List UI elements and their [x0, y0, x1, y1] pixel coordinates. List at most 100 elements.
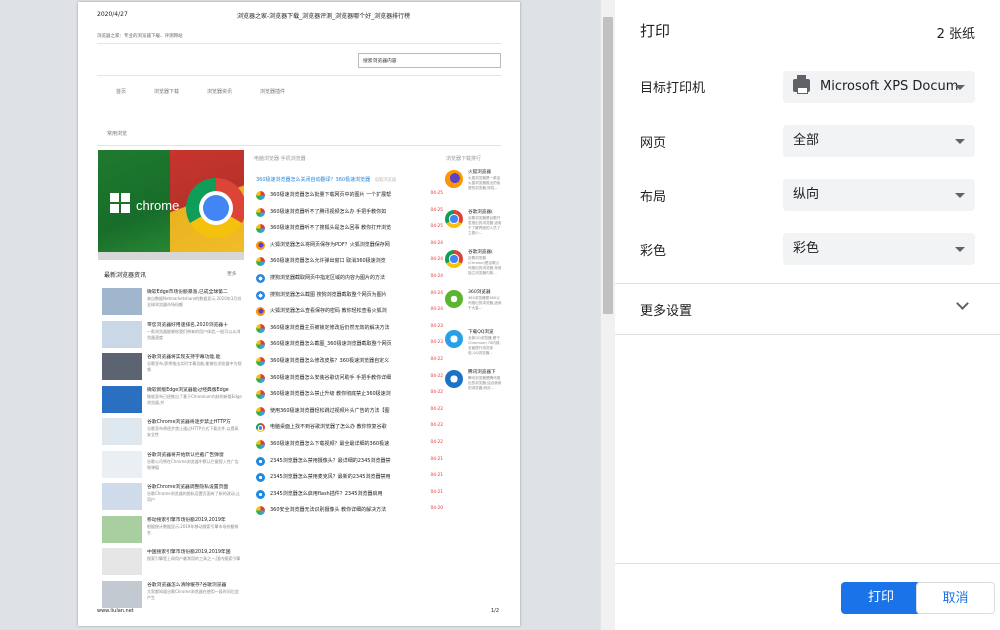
destination-label: 目标打印机 — [640, 81, 706, 96]
pages-select[interactable]: 全部 — [783, 125, 975, 157]
browser-logo-icon — [445, 290, 463, 308]
latest-news-more: 更多 — [227, 272, 237, 277]
pages-value: 全部 — [793, 133, 820, 148]
page-header-title: 浏览器之家-浏览器下载_浏览器评测_浏览器哪个好_浏览器排行榜 — [237, 13, 411, 20]
preview-scrollbar[interactable] — [600, 0, 615, 630]
article-date: 04-24 — [430, 273, 444, 279]
news-item: 微软新版Edge浏览器能过经典版Edge 微软宣布已经推出了基于Chromium内… — [102, 384, 242, 417]
news-thumbnail — [102, 548, 142, 575]
article-item: 搜狗浏览器截取网页中指定区域的内容为图片的方法 04-24 — [256, 271, 443, 288]
featured-tag: 电脑浏览器 — [374, 178, 397, 183]
color-select[interactable]: 彩色 — [783, 233, 975, 265]
windows-logo-icon — [110, 193, 130, 213]
ranking-name: 谷歌浏览器( — [468, 250, 493, 255]
site-note: 浏览器之家：专业的浏览器下载、评测网站 — [97, 34, 183, 39]
article-date: 04-25 — [430, 207, 444, 213]
browser-logo-icon — [445, 250, 463, 268]
nav-item: 浏览器插件 — [260, 89, 286, 95]
ranking-desc: 火狐浏览器是一款由火狐浏览器推出的免费的浏览器,特性… — [468, 176, 501, 190]
browser-logo-icon — [256, 340, 265, 350]
article-title: 360极速浏览器怎么允许弹出窗口 取消360极速浏览 — [270, 258, 386, 265]
news-desc: 谷歌宣布,即将推出实时字幕功能,能够在浏览器中为视频 — [147, 361, 242, 372]
layout-select[interactable]: 纵向 — [783, 179, 975, 211]
featured-text: 360极速浏览器怎么关闭自动翻译？360极速浏览器 — [256, 177, 371, 183]
news-thumbnail — [102, 450, 142, 478]
article-item: 360极速浏览器听不了腾讯视频怎么办 手把手教你如 04-25 — [256, 205, 443, 222]
sheet-count: 2 张纸 — [936, 27, 975, 42]
news-item: 谷歌Chrome浏览器调整隐私设置页面 谷歌Chrome浏览器的隐私设置页面有了新… — [102, 481, 242, 514]
browser-logo-icon — [256, 207, 265, 217]
ranking-name: 火狐浏览器 — [468, 170, 491, 175]
destination-select[interactable]: Microsoft XPS Docum — [783, 71, 975, 103]
ranking-desc: 谷歌浏览器是谷歌开发推出的浏览器,适用于了解界面的人员了之更小… — [468, 216, 502, 235]
page-footer-url: www.liulan.net — [97, 608, 134, 614]
article-date: 04-22 — [430, 439, 444, 445]
news-desc: 根据统计数据显示,2019年移动搜索引擎市场份额排名 — [147, 523, 239, 535]
more-settings-label: 更多设置 — [640, 304, 693, 319]
scrollbar-thumb[interactable] — [603, 17, 613, 314]
dropdown-arrow-icon — [955, 193, 965, 198]
ranking-desc: 腾讯浏览器是腾讯推出的浏览器,结合使用的浏览器,网页… — [468, 376, 502, 390]
article-title: 2345浏览器怎么禁用麦克风？最新的2345浏览器禁用 — [270, 474, 391, 481]
dropdown-arrow-icon — [955, 85, 965, 90]
article-item: 使用360极速浏览器轻松跳过视频片头广告的方法【图 04-22 — [256, 404, 443, 421]
article-date: 04-23 — [430, 323, 444, 329]
article-item: 360极速浏览器怎么修改皮肤？360极速浏览器自定义 04-22 — [256, 354, 443, 371]
browser-logo-icon — [256, 373, 265, 383]
browser-logo-icon — [256, 191, 265, 200]
news-item: 带您浏览器好用速排名,2020浏览器十 一款浏览器能够给我们带来的用户体验,一般可… — [102, 319, 242, 352]
news-title: 谷歌浏览器将实现支持字幕功能,能 — [147, 355, 221, 360]
news-title: 谷歌Chrome浏览器调整隐私设置页面 — [147, 485, 229, 490]
browser-logo-icon — [256, 290, 265, 300]
more-settings-toggle[interactable]: 更多设置 — [615, 284, 1000, 334]
article-date: 04-24 — [430, 257, 444, 263]
article-item: 360极速浏览器怎么截图_360极速浏览器截取整个网页 04-23 — [256, 337, 443, 354]
ranking-item: 下载QQ浏览 全新QQ浏览器,基于Chromium 78内核,全面提升浏览体验,Q… — [444, 325, 502, 365]
news-title: 谷歌浏览器将开始默认拦截广告弹窗 — [147, 452, 224, 458]
browser-logo-icon — [445, 170, 463, 188]
divider — [615, 563, 1000, 564]
article-item: 360极速浏览器怎么允许弹出窗口 取消360极速浏览 04-24 — [256, 254, 443, 271]
browser-logo-icon — [445, 330, 463, 348]
browser-logo-icon — [256, 224, 265, 234]
browser-logo-icon — [256, 489, 265, 499]
preview-page: 2020/4/27 浏览器之家-浏览器下载_浏览器评测_浏览器哪个好_浏览器排行… — [78, 2, 520, 626]
site-nav: 首页 浏览器下载 浏览器资讯 浏览器插件 — [116, 88, 285, 95]
article-item: 电脑桌面上找不到谷歌浏览器了怎么办 教你恢复谷歌 04-22 — [256, 420, 443, 437]
news-thumbnail — [102, 385, 142, 413]
article-date: 04-21 — [430, 489, 444, 495]
banner-word: chrome — [136, 198, 180, 213]
browser-logo-icon — [256, 506, 265, 516]
latest-news-list: 微软Edge市场份额暴涨,已成全球第二 来自数据Netmarketshare的数据… — [102, 286, 242, 611]
ranking-desc: 谷歌浏览器(Chrome)是谷歌公司推出的浏览器,采用独立浏览器内核… — [468, 256, 502, 275]
print-settings-panel: 打印 2 张纸 目标打印机 Microsoft XPS Docum 网页 全部 … — [615, 0, 1000, 630]
article-title: 360安全浏览器无法识别摄像头 教你详细的解决方法 — [270, 507, 387, 514]
article-item: 360极速浏览器主页被锁定修改后仍然无效的解决方法 04-23 — [256, 321, 443, 338]
print-button[interactable]: 打印 — [841, 582, 921, 614]
site-search-box: 搜索浏览器内容 — [358, 53, 501, 68]
browser-logo-icon — [256, 423, 265, 433]
browser-logo-icon — [256, 390, 265, 400]
browser-logo-icon — [445, 370, 463, 388]
browser-logo-icon — [445, 210, 463, 228]
article-item: 火狐浏览器怎么将网页保存为PDF？火狐浏览器保存网 04-24 — [256, 238, 443, 255]
news-desc: 谷歌宣布将逐步禁止通过HTTP方式下载文件,以提高安全性 — [147, 426, 239, 437]
news-item: 谷歌浏览器怎么清除缓存?谷歌浏览器 大家都知道谷歌Chrome浏览器在使用一段时间… — [102, 579, 242, 612]
color-label: 彩色 — [640, 244, 667, 259]
article-title: 搜狗浏览器截取网页中指定区域的内容为图片的方法 — [270, 274, 386, 281]
ranking-name: 360浏览器 — [468, 290, 491, 295]
ranking-item: 360浏览器 360浏览器是360公司推出的浏览器,适用于大量… — [444, 285, 502, 325]
news-title: 带您浏览器好用速排名,2020浏览器十 — [147, 322, 228, 328]
news-title: 移动搜索引擎市场份额2019,2019年 — [147, 517, 226, 523]
article-item: 搜狗浏览器怎么截图 搜狗浏览器截取整个网页为图片 04-24 — [256, 288, 443, 305]
cancel-button[interactable]: 取消 — [916, 582, 995, 614]
article-title: 360极速浏览器怎么安装谷歌访问助手 手把手教你详细 — [270, 374, 392, 381]
ranking-desc: 360浏览器是360公司推出的浏览器,适用于大量… — [468, 296, 502, 310]
breadcrumb: 常用浏览 — [107, 131, 128, 137]
list-tabs: 电脑浏览器 手机浏览器 — [254, 156, 306, 162]
layout-label: 布局 — [640, 190, 667, 205]
ranking-name: 腾讯浏览器下 — [468, 370, 496, 375]
ranking-name: 下载QQ浏览 — [468, 330, 494, 335]
article-date: 04-24 — [430, 307, 444, 313]
browser-logo-icon — [256, 307, 265, 317]
